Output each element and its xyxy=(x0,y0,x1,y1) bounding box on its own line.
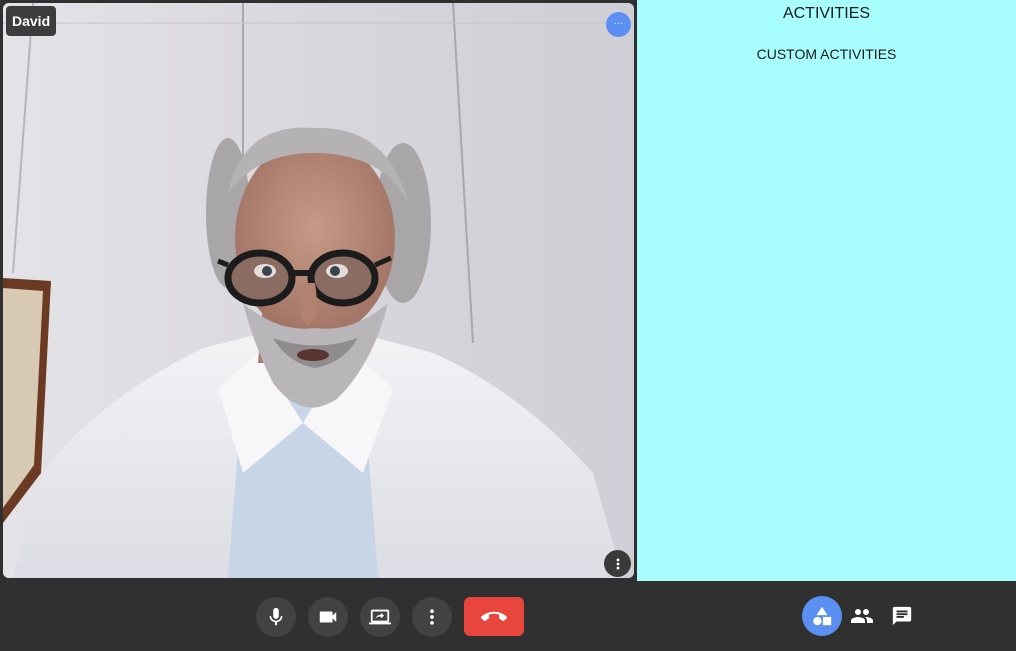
present-screen-button[interactable] xyxy=(360,597,400,637)
participant-video-tile[interactable]: David ··· xyxy=(3,3,634,578)
people-button[interactable] xyxy=(842,596,882,636)
activities-icon xyxy=(813,606,832,626)
participant-name-tag: David xyxy=(6,6,57,36)
activities-panel: ACTIVITIES CUSTOM ACTIVITIES xyxy=(637,0,1016,581)
custom-activities-link[interactable]: CUSTOM ACTIVITIES xyxy=(637,46,1016,62)
camera-button[interactable] xyxy=(308,597,348,637)
people-icon xyxy=(851,609,873,623)
camera-icon xyxy=(319,611,337,623)
panel-title: ACTIVITIES xyxy=(782,5,871,22)
mic-button[interactable] xyxy=(256,597,296,637)
chat-button[interactable] xyxy=(882,596,922,636)
activities-button[interactable] xyxy=(802,596,842,636)
tile-more-options-button[interactable] xyxy=(604,550,631,577)
mic-icon xyxy=(269,607,283,626)
hang-up-icon xyxy=(481,611,507,621)
more-vert-icon xyxy=(430,609,434,625)
participant-status-indicator: ··· xyxy=(606,12,631,37)
hang-up-button[interactable] xyxy=(464,597,524,636)
more-vert-icon xyxy=(616,558,619,569)
more-options-button[interactable] xyxy=(412,597,452,637)
chat-icon xyxy=(892,606,912,626)
present-screen-icon xyxy=(369,609,391,625)
participant-video xyxy=(3,3,634,578)
